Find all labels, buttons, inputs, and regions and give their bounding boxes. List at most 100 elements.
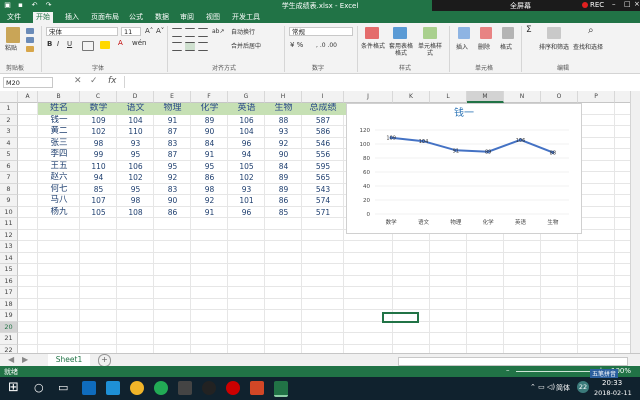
grid-cell[interactable] <box>154 321 191 333</box>
grid-cell[interactable] <box>80 229 117 241</box>
score-cell[interactable]: 102 <box>228 172 265 184</box>
student-name-cell[interactable]: 王五 <box>38 161 80 173</box>
table-header-cell[interactable]: 化学 <box>191 103 228 115</box>
grid-cell[interactable] <box>578 149 615 161</box>
chrome-icon[interactable] <box>130 381 144 395</box>
cell-style-button[interactable]: 单元格样式 <box>416 43 444 57</box>
grid-cell[interactable] <box>18 321 38 333</box>
fullscreen-label[interactable]: 全屏幕 <box>510 1 531 11</box>
grid-cell[interactable] <box>154 310 191 322</box>
score-cell[interactable]: 104 <box>228 126 265 138</box>
grid-cell[interactable] <box>578 195 615 207</box>
row-header-16[interactable]: 16 <box>0 275 18 287</box>
grid-cell[interactable] <box>504 287 541 299</box>
score-cell[interactable]: 595 <box>302 161 344 173</box>
grid-cell[interactable] <box>38 321 80 333</box>
score-cell[interactable]: 89 <box>191 115 228 127</box>
grid-cell[interactable] <box>578 103 615 115</box>
grid-cell[interactable] <box>38 287 80 299</box>
score-cell[interactable]: 543 <box>302 184 344 196</box>
score-cell[interactable]: 93 <box>228 184 265 196</box>
align-bottom-icon[interactable] <box>198 28 208 37</box>
grid-cell[interactable] <box>18 114 38 126</box>
border-icon[interactable] <box>82 41 94 51</box>
student-name-cell[interactable]: 赵六 <box>38 172 80 184</box>
grid-cell[interactable] <box>117 264 154 276</box>
grid-cell[interactable] <box>117 287 154 299</box>
grid-cell[interactable] <box>578 229 615 241</box>
explorer-icon[interactable] <box>106 381 120 395</box>
grid-cell[interactable] <box>18 241 38 253</box>
grid-cell[interactable] <box>578 344 615 353</box>
column-header-a[interactable]: A <box>18 91 38 103</box>
grid-cell[interactable] <box>615 103 630 115</box>
grid-cell[interactable] <box>578 252 615 264</box>
grid-cell[interactable] <box>117 275 154 287</box>
grid-cell[interactable] <box>18 103 38 115</box>
grid-cell[interactable] <box>615 264 630 276</box>
grid-cell[interactable] <box>615 183 630 195</box>
score-cell[interactable]: 101 <box>228 195 265 207</box>
student-name-cell[interactable]: 钱一 <box>38 115 80 127</box>
grid-cell[interactable] <box>393 287 430 299</box>
grid-cell[interactable] <box>504 252 541 264</box>
grid-cell[interactable] <box>117 321 154 333</box>
row-header-2[interactable]: 2 <box>0 114 18 126</box>
grid-cell[interactable] <box>228 321 265 333</box>
grid-cell[interactable] <box>393 298 430 310</box>
grid-cell[interactable] <box>541 287 578 299</box>
confirm-entry-icon[interactable]: ✓ <box>90 76 98 86</box>
row-header-4[interactable]: 4 <box>0 137 18 149</box>
outlook-icon[interactable] <box>82 381 96 395</box>
score-cell[interactable]: 556 <box>302 149 344 161</box>
tab-page-layout[interactable]: 页面布局 <box>88 12 122 23</box>
score-cell[interactable]: 86 <box>265 195 302 207</box>
row-header-10[interactable]: 10 <box>0 206 18 218</box>
grid-cell[interactable] <box>393 333 430 345</box>
grid-cell[interactable] <box>265 241 302 253</box>
score-cell[interactable]: 586 <box>302 126 344 138</box>
score-cell[interactable]: 85 <box>80 184 117 196</box>
grid-cell[interactable] <box>615 126 630 138</box>
minimize-icon[interactable]: – <box>612 0 616 8</box>
grid-cell[interactable] <box>467 333 504 345</box>
start-icon[interactable]: ⊞ <box>8 380 19 395</box>
score-cell[interactable]: 110 <box>117 126 154 138</box>
grid-cell[interactable] <box>80 333 117 345</box>
grid-cell[interactable] <box>18 160 38 172</box>
grid-cell[interactable] <box>228 264 265 276</box>
grid-cell[interactable] <box>467 287 504 299</box>
ime-language[interactable]: 五笔拼音 <box>590 369 619 378</box>
grid-cell[interactable] <box>578 126 615 138</box>
grid-cell[interactable] <box>578 183 615 195</box>
column-header-i[interactable]: I <box>302 91 344 103</box>
conditional-format-icon[interactable] <box>365 27 379 39</box>
score-cell[interactable]: 93 <box>265 126 302 138</box>
grid-cell[interactable] <box>615 206 630 218</box>
student-name-cell[interactable]: 马八 <box>38 195 80 207</box>
column-header-l[interactable]: L <box>430 91 467 103</box>
grid-cell[interactable] <box>228 344 265 353</box>
table-format-button[interactable]: 套用表格格式 <box>388 43 414 57</box>
grid-cell[interactable] <box>228 310 265 322</box>
grid-cell[interactable] <box>302 321 344 333</box>
autosum-icon[interactable]: Σ <box>526 26 532 35</box>
underline-icon[interactable]: U <box>67 41 72 48</box>
column-header-o[interactable]: O <box>541 91 578 103</box>
font-size-dropdown[interactable]: 11 <box>121 27 141 36</box>
grid-cell[interactable] <box>578 264 615 276</box>
column-header-m[interactable]: M <box>467 91 504 103</box>
score-cell[interactable]: 92 <box>265 138 302 150</box>
column-header-h[interactable]: H <box>265 91 302 103</box>
grid-cell[interactable] <box>615 321 630 333</box>
sort-filter-icon[interactable] <box>547 27 561 39</box>
grid-cell[interactable] <box>467 321 504 333</box>
grid-cell[interactable] <box>430 287 467 299</box>
row-header-12[interactable]: 12 <box>0 229 18 241</box>
italic-icon[interactable]: I <box>57 41 59 48</box>
grid-cell[interactable] <box>578 298 615 310</box>
grid-cell[interactable] <box>578 287 615 299</box>
grid-cell[interactable] <box>117 298 154 310</box>
score-cell[interactable]: 91 <box>154 115 191 127</box>
grid-cell[interactable] <box>265 298 302 310</box>
